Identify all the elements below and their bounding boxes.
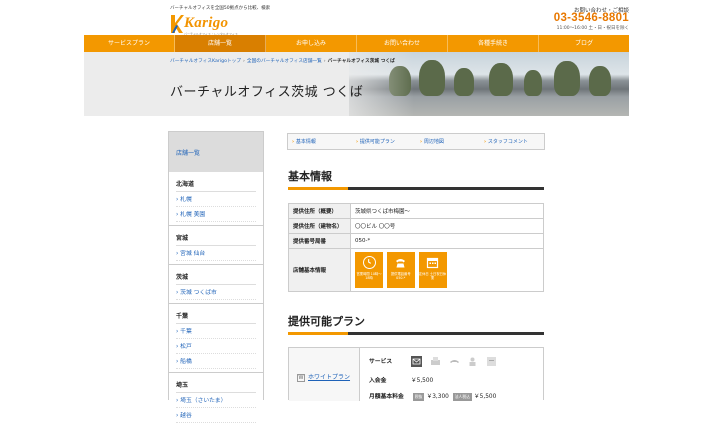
logo-text: Karigo: [184, 15, 229, 31]
table-row: 提供住所（建物名） 〇〇ビル 〇〇号: [288, 218, 544, 234]
tax-included-tag: 法人税込: [452, 392, 472, 401]
phone-badge: 提供電話番号 050-*: [386, 252, 415, 288]
service-label: サービス: [369, 359, 393, 365]
row-label: 店舗基本情報: [288, 248, 351, 292]
row-label: 提供住所（概要）: [288, 203, 351, 219]
breadcrumb-current: バーチャルオフィス茨城 つくば: [327, 59, 395, 64]
basic-info-table: 提供住所（概要） 茨城県つくば市梅園〜 提供住所（建物名） 〇〇ビル 〇〇号 提…: [288, 203, 544, 292]
sidebar-link-saitama[interactable]: 埼玉（さいたま）: [176, 393, 256, 408]
holiday-badge: 定休日 土日祝日休業: [418, 252, 447, 288]
plan-monthly-row: 月額基本料金 税抜 ￥3,300 法人税込 ￥5,500: [369, 391, 496, 401]
row-value: 050-*: [350, 233, 544, 249]
nav-procedures[interactable]: 各種手続き: [448, 35, 539, 52]
sidebar-region-miyagi: 宮城: [176, 233, 256, 246]
mail-icon: [410, 356, 422, 367]
breadcrumb-home[interactable]: バーチャルオフィスKarigoトップ: [170, 59, 241, 64]
monthly-value-1: ￥3,300: [426, 394, 449, 400]
breadcrumb: バーチャルオフィスKarigoトップ › 全国のバーチャルオフィス店舗一覧 › バーチャ…: [170, 59, 395, 64]
sidebar: 店舗一覧 北海道 札幌 札幌 美園 宮城 宮城 仙台 茨城 茨城 つくば市 千葉…: [168, 131, 264, 423]
row-value: 〇〇ビル 〇〇号: [350, 218, 544, 234]
nav-apply[interactable]: お申し込み: [266, 35, 357, 52]
section-tabs: 基本情報 提供可能プラン 周辺地図 スタッフコメント: [287, 133, 545, 150]
store-badges: 営業時間 10時〜18時 提供電話番号 050-* 定休日 土日祝日休業: [350, 248, 544, 292]
sidebar-link-matsudo[interactable]: 松戸: [176, 339, 256, 354]
sidebar-link-sapporo[interactable]: 札幌: [176, 192, 256, 207]
sidebar-region-ibaraki: 茨城: [176, 272, 256, 285]
tab-plans[interactable]: 提供可能プラン: [352, 138, 416, 145]
business-hours: 11:00〜16:00 土・日・祝日を除く: [556, 26, 629, 31]
nav-service-plan[interactable]: サービスプラン: [84, 35, 175, 52]
row-value: 茨城県つくば市梅園〜: [350, 203, 544, 219]
nav-contact[interactable]: お問い合わせ: [357, 35, 448, 52]
sidebar-link-funabashi[interactable]: 船橋: [176, 354, 256, 369]
plan-name-link[interactable]: W ホワイトプラン: [297, 372, 350, 382]
table-row: 提供住所（概要） 茨城県つくば市梅園〜: [288, 203, 544, 219]
phone-icon: [394, 256, 407, 269]
entry-label: 入会金: [369, 378, 387, 384]
sidebar-region-chiba: 千葉: [176, 311, 256, 324]
sidebar-link-chiba[interactable]: 千葉: [176, 324, 256, 339]
sidebar-link-sapporo-misono[interactable]: 札幌 美園: [176, 207, 256, 222]
basic-info-title: 基本情報: [288, 170, 332, 183]
sidebar-head[interactable]: 店舗一覧: [169, 132, 263, 172]
logo-k-icon: [171, 15, 184, 33]
page-title: バーチャルオフィス茨城 つくば: [170, 85, 364, 100]
breadcrumb-store-list[interactable]: 全国のバーチャルオフィス店舗一覧: [247, 59, 322, 64]
sidebar-region-hokkaido: 北海道: [176, 179, 256, 192]
calendar-icon: [426, 256, 439, 269]
tax-excluded-tag: 税抜: [412, 392, 425, 401]
staff-icon: [486, 356, 497, 367]
plan-name-cell: W ホワイトプラン: [289, 348, 360, 401]
table-row: 提供番号局番 050-*: [288, 233, 544, 249]
hours-badge: 営業時間 10時〜18時: [355, 252, 383, 288]
site-logo[interactable]: Karigo バーチャルオフィス・レンタルオフィス: [170, 14, 240, 36]
main-nav: サービスプラン 店舗一覧 お申し込み お問い合わせ 各種手続き ブログ: [84, 35, 629, 52]
sidebar-link-koshigaya[interactable]: 越谷: [176, 408, 256, 423]
fax-icon: [430, 356, 441, 367]
basic-info-underline: [288, 187, 544, 190]
plan-card: W ホワイトプラン サービス 入会金 ￥5,500 月額基本料金 税抜 ￥3,300…: [288, 347, 544, 401]
tab-staff-comment[interactable]: スタッフコメント: [480, 138, 544, 145]
sidebar-link-sendai[interactable]: 宮城 仙台: [176, 246, 256, 261]
table-row: 店舗基本情報 営業時間 10時〜18時 提供電話番号 050-* 定休日 土日祝…: [288, 248, 544, 292]
plan-services-row: サービス: [369, 356, 503, 367]
monthly-label: 月額基本料金: [369, 394, 404, 400]
meeting-icon: [467, 356, 478, 367]
sidebar-region-saitama: 埼玉: [176, 380, 256, 393]
site-tagline: バーチャルオフィスを全国50拠点から比較、検索: [170, 6, 271, 11]
row-label: 提供住所（建物名）: [288, 218, 351, 234]
clock-icon: [362, 256, 376, 269]
phone-number[interactable]: 03-3546-8801: [554, 12, 629, 24]
nav-blog[interactable]: ブログ: [539, 35, 629, 52]
phone-transfer-icon: [449, 356, 460, 367]
row-label: 提供番号局番: [288, 233, 351, 249]
tab-map[interactable]: 周辺地図: [416, 138, 480, 145]
entry-value: ￥5,500: [410, 378, 434, 384]
plan-entry-row: 入会金 ￥5,500: [369, 375, 433, 384]
plans-underline: [288, 332, 544, 335]
tab-basic-info[interactable]: 基本情報: [288, 138, 352, 145]
plan-mark: W: [297, 373, 305, 382]
nav-store-list[interactable]: 店舗一覧: [175, 35, 266, 52]
plans-title: 提供可能プラン: [288, 315, 365, 328]
sidebar-link-tsukuba[interactable]: 茨城 つくば市: [176, 285, 256, 300]
monthly-value-2: ￥5,500: [473, 394, 497, 400]
hero-banner: バーチャルオフィスKarigoトップ › 全国のバーチャルオフィス店舗一覧 › バーチャ…: [84, 52, 629, 116]
